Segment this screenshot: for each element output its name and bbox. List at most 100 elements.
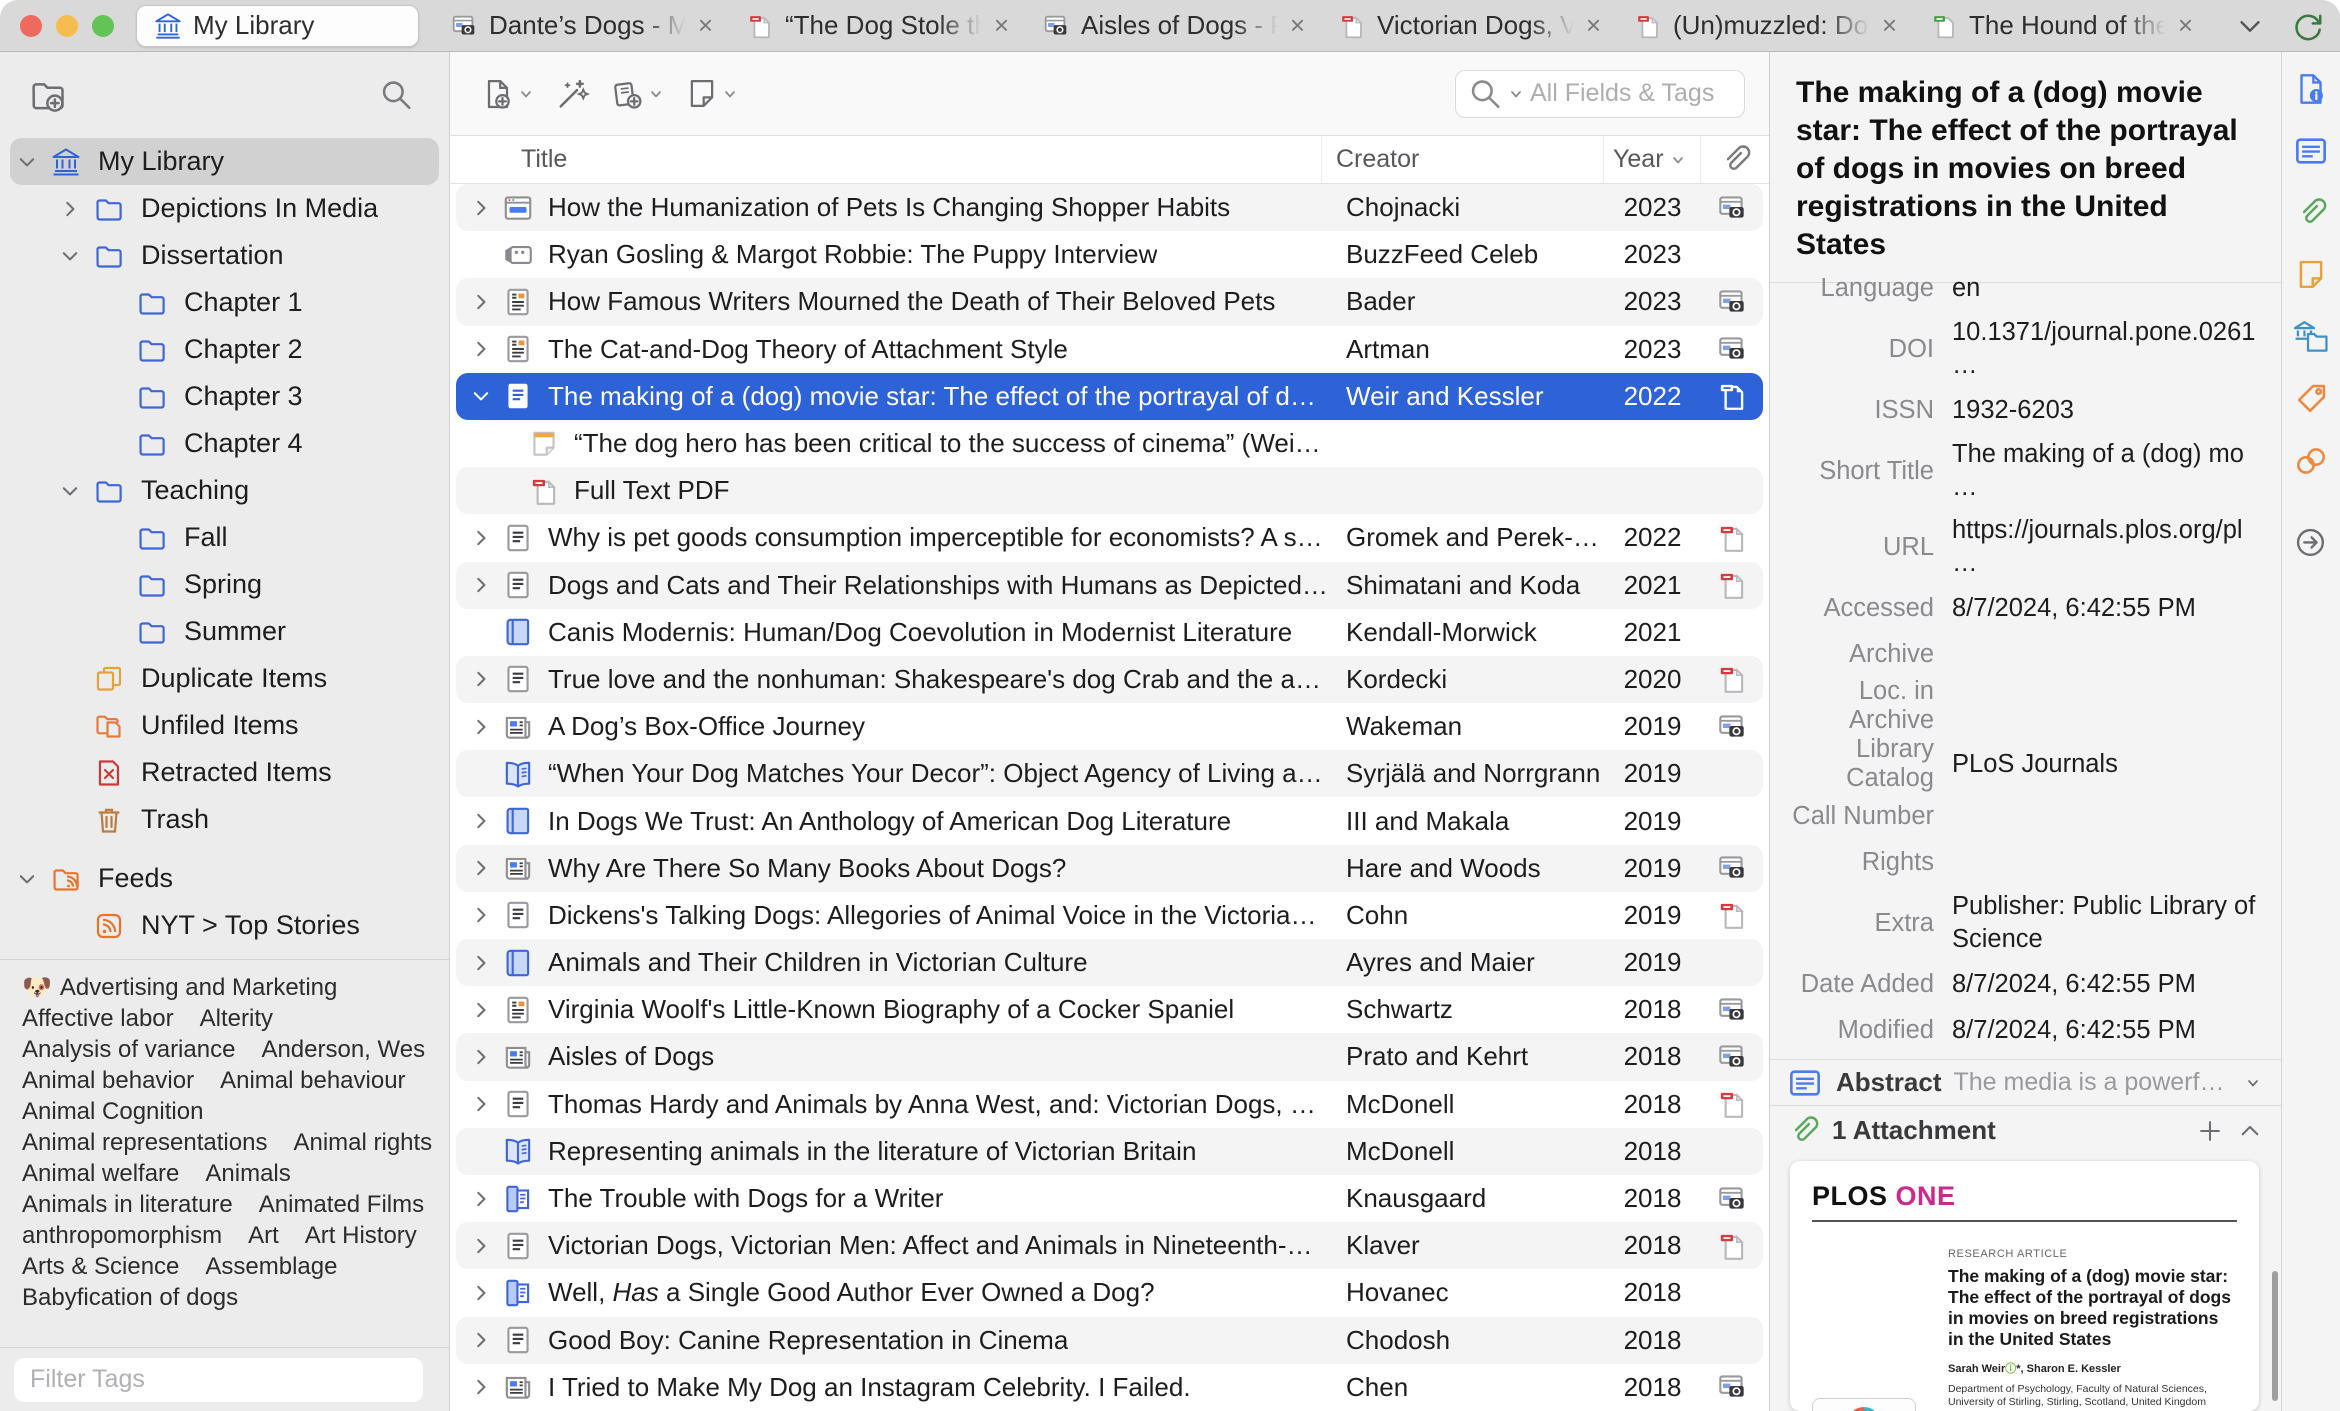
tag-animal-cognition[interactable]: Animal Cognition xyxy=(22,1098,203,1126)
tab-list-chevron-icon[interactable] xyxy=(2235,11,2265,41)
twisty-right-icon[interactable] xyxy=(53,198,87,220)
field-value[interactable] xyxy=(1952,857,2261,867)
twisty-down-icon[interactable] xyxy=(10,868,44,890)
sidebar-item-dissertation[interactable]: Dissertation xyxy=(10,232,439,279)
expand-right-icon[interactable] xyxy=(466,1282,496,1304)
field-value[interactable]: PLoS Journals xyxy=(1952,743,2261,786)
field-value[interactable]: 1932-6203 xyxy=(1952,389,2261,432)
item-row[interactable]: Aisles of Dogs Prato and Kehrt 2018 xyxy=(456,1033,1763,1081)
item-row[interactable]: I Tried to Make My Dog an Instagram Cele… xyxy=(456,1364,1763,1411)
item-row[interactable]: Thomas Hardy and Animals by Anna West, a… xyxy=(456,1081,1763,1128)
field-value[interactable] xyxy=(1952,811,2261,821)
sidebar-item-trash[interactable]: Trash xyxy=(10,796,439,843)
tab-reader-2[interactable]: “The Dog Stole the P× xyxy=(729,5,1025,47)
expand-down-icon[interactable] xyxy=(466,385,496,407)
field-value[interactable]: en xyxy=(1952,267,2261,310)
tag-filter-input[interactable] xyxy=(14,1357,423,1402)
item-row[interactable]: Victorian Dogs, Victorian Men: Affect an… xyxy=(456,1222,1763,1270)
chevron-down-icon[interactable] xyxy=(2245,1075,2261,1091)
field-value[interactable]: 8/7/2024, 6:42:55 PM xyxy=(1952,963,2261,1006)
expand-right-icon[interactable] xyxy=(466,1093,496,1115)
sidebar-item-feeds[interactable]: Feeds xyxy=(10,855,439,902)
collapse-caret-icon[interactable] xyxy=(2237,1118,2263,1144)
tag-animal-rights[interactable]: Animal rights xyxy=(293,1129,432,1157)
field-value[interactable] xyxy=(1952,649,2261,659)
sidebar-item-unfiled-items[interactable]: Unfiled Items xyxy=(10,702,439,749)
expand-right-icon[interactable] xyxy=(466,857,496,879)
item-row[interactable]: Virginia Woolf's Little-Known Biography … xyxy=(456,986,1763,1033)
abstract-section[interactable]: Abstract The media is a powerful forc… xyxy=(1770,1059,2281,1105)
sidebar-item-chapter-3[interactable]: Chapter 3 xyxy=(10,373,439,420)
expand-right-icon[interactable] xyxy=(466,952,496,974)
expand-right-icon[interactable] xyxy=(466,338,496,360)
expand-right-icon[interactable] xyxy=(466,574,496,596)
sync-icon[interactable] xyxy=(2291,9,2325,43)
tag-animated-films[interactable]: Animated Films xyxy=(259,1191,424,1219)
new-note-button[interactable] xyxy=(678,70,744,118)
tag-advertising-and-marketing[interactable]: 🐶 Advertising and Marketing xyxy=(22,973,337,1002)
tag-analysis-of-variance[interactable]: Analysis of variance xyxy=(22,1036,235,1064)
add-attachment-icon[interactable] xyxy=(2195,1116,2225,1146)
window-zoom-button[interactable] xyxy=(92,14,114,37)
abstract-icon[interactable] xyxy=(2292,132,2330,170)
tag-anderson-wes[interactable]: Anderson, Wes xyxy=(261,1036,425,1064)
item-info-icon[interactable] xyxy=(2292,70,2330,108)
tag-arts-science[interactable]: Arts & Science xyxy=(22,1253,179,1281)
search-scope-chevron-icon[interactable] xyxy=(1508,86,1524,102)
tag-animals-in-literature[interactable]: Animals in literature xyxy=(22,1191,233,1219)
column-header-creator[interactable]: Creator xyxy=(1322,136,1604,183)
expand-right-icon[interactable] xyxy=(466,668,496,690)
tab-close-icon[interactable]: × xyxy=(1288,10,1307,41)
related-icon[interactable] xyxy=(2292,442,2330,480)
item-row[interactable]: Well, Has a Single Good Author Ever Owne… xyxy=(456,1269,1763,1316)
locate-icon[interactable] xyxy=(2292,524,2330,562)
item-row[interactable]: The Cat-and-Dog Theory of Attachment Sty… xyxy=(456,326,1763,373)
twisty-down-icon[interactable] xyxy=(53,245,87,267)
tab-reader-1[interactable]: Dante’s Dogs - Mang× xyxy=(433,5,729,47)
add-by-identifier-button[interactable] xyxy=(548,70,596,118)
field-value[interactable]: Publisher: Public Library of Science xyxy=(1952,885,2261,961)
libraries-collections-icon[interactable] xyxy=(2292,318,2330,356)
item-row[interactable]: A Dog’s Box-Office Journey Wakeman 2019 xyxy=(456,703,1763,750)
sidebar-item-teaching[interactable]: Teaching xyxy=(10,467,439,514)
twisty-down-icon[interactable] xyxy=(53,480,87,502)
pdf-preview-card[interactable]: PLOS ONE Check for updates OPEN ACCESSCi… xyxy=(1790,1161,2259,1411)
expand-right-icon[interactable] xyxy=(466,1235,496,1257)
tag-assemblage[interactable]: Assemblage xyxy=(205,1253,337,1281)
new-item-button[interactable] xyxy=(474,70,540,118)
expand-right-icon[interactable] xyxy=(466,527,496,549)
item-row[interactable]: The making of a (dog) movie star: The ef… xyxy=(456,372,1763,420)
tag-anthropomorphism[interactable]: anthropomorphism xyxy=(22,1222,222,1250)
tag-alterity[interactable]: Alterity xyxy=(200,1005,273,1033)
expand-right-icon[interactable] xyxy=(466,810,496,832)
field-value[interactable] xyxy=(1952,701,2261,711)
sidebar-item-duplicate-items[interactable]: Duplicate Items xyxy=(10,655,439,702)
item-row[interactable]: In Dogs We Trust: An Anthology of Americ… xyxy=(456,797,1763,844)
item-row[interactable]: Dickens's Talking Dogs: Allegories of An… xyxy=(456,892,1763,939)
field-value[interactable]: 8/7/2024, 6:42:55 PM xyxy=(1952,1009,2261,1052)
item-row[interactable]: Why is pet goods consumption imperceptib… xyxy=(456,514,1763,561)
tag-art-history[interactable]: Art History xyxy=(305,1222,417,1250)
item-row[interactable]: Canis Modernis: Human/Dog Coevolution in… xyxy=(456,609,1763,656)
tab-close-icon[interactable]: × xyxy=(1880,10,1899,41)
sidebar-item-summer[interactable]: Summer xyxy=(10,608,439,655)
window-minimize-button[interactable] xyxy=(56,14,78,37)
item-row[interactable]: How Famous Writers Mourned the Death of … xyxy=(456,278,1763,326)
tab-reader-4[interactable]: Victorian Dogs, Victo× xyxy=(1321,5,1617,47)
tab-close-icon[interactable]: × xyxy=(2176,10,2195,41)
scrollbar-thumb[interactable] xyxy=(2272,1271,2278,1401)
column-header-attachment[interactable] xyxy=(1701,136,1769,183)
field-value[interactable]: 8/7/2024, 6:42:55 PM xyxy=(1952,587,2261,630)
tab-close-icon[interactable]: × xyxy=(992,10,1011,41)
tag-affective-labor[interactable]: Affective labor xyxy=(22,1005,174,1033)
item-row[interactable]: True love and the nonhuman: Shakespeare'… xyxy=(456,655,1763,704)
expand-right-icon[interactable] xyxy=(466,904,496,926)
field-value[interactable]: https://journals.plos.org/pl … xyxy=(1952,509,2261,585)
search-icon[interactable] xyxy=(1468,77,1502,111)
expand-right-icon[interactable] xyxy=(466,291,496,313)
child-item-row[interactable]: Full Text PDF xyxy=(456,467,1763,515)
window-close-button[interactable] xyxy=(20,14,42,37)
child-item-row[interactable]: “The dog hero has been critical to the s… xyxy=(456,420,1763,467)
tab-reader-5[interactable]: (Un)muzzled: Dogs i× xyxy=(1617,5,1913,47)
collection-search-icon[interactable] xyxy=(379,78,413,112)
